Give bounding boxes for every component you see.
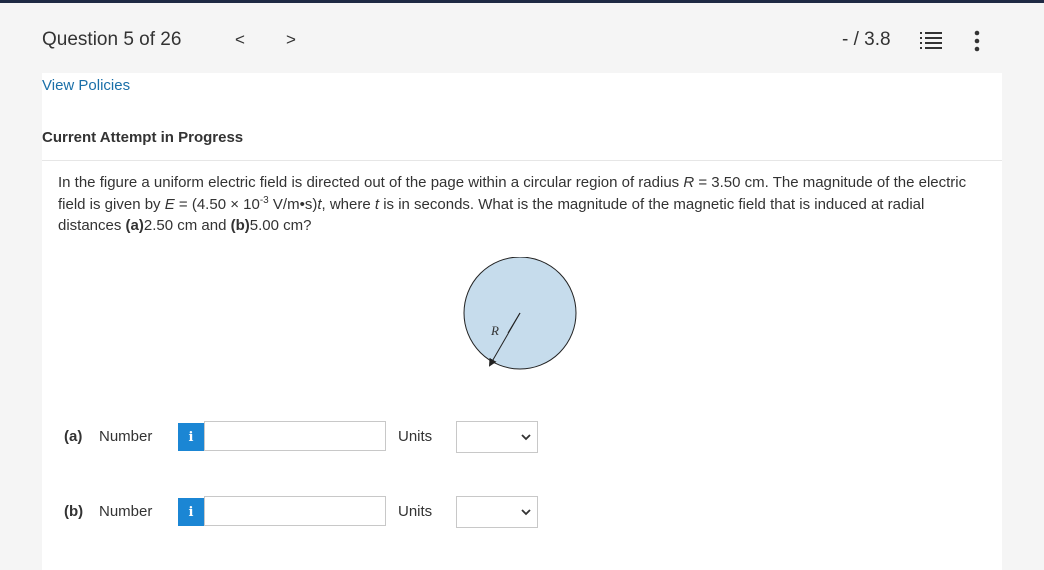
header: Question 5 of 26 < > - / 3.8 (0, 3, 1044, 73)
info-button[interactable]: i (178, 423, 204, 451)
units-label: Units (398, 503, 433, 520)
part-label: (a) (64, 428, 83, 445)
number-input-b[interactable] (204, 496, 386, 526)
part-label: (b) (64, 503, 84, 520)
next-question-button[interactable]: > (279, 27, 303, 53)
units-dropdown-b[interactable] (456, 496, 538, 528)
answer-row-b: (b) Number i Units (42, 495, 642, 529)
units-dropdown-a[interactable] (456, 421, 538, 453)
attempt-heading: Current Attempt in Progress (42, 129, 244, 146)
problem-statement: In the figure a uniform electric field i… (58, 174, 967, 234)
chevron-down-icon (521, 509, 531, 516)
previous-question-button[interactable]: < (228, 27, 252, 53)
units-label: Units (398, 428, 433, 445)
answer-type-label: Number (99, 503, 153, 520)
chevron-down-icon (521, 434, 531, 441)
answer-type-label: Number (99, 428, 153, 445)
score-display: - / 3.8 (842, 29, 891, 50)
question-panel: View Policies Current Attempt in Progres… (42, 73, 1002, 570)
answer-row-a: (a) Number i Units (42, 420, 642, 454)
divider (42, 160, 1002, 161)
more-options-icon[interactable] (970, 29, 984, 53)
question-list-icon[interactable] (920, 31, 942, 51)
radius-label: R (490, 323, 499, 338)
info-button[interactable]: i (178, 498, 204, 526)
view-policies-link[interactable]: View Policies (42, 77, 130, 94)
circular-field-figure: R (463, 257, 577, 370)
question-counter: Question 5 of 26 (42, 29, 182, 50)
number-input-a[interactable] (204, 421, 386, 451)
